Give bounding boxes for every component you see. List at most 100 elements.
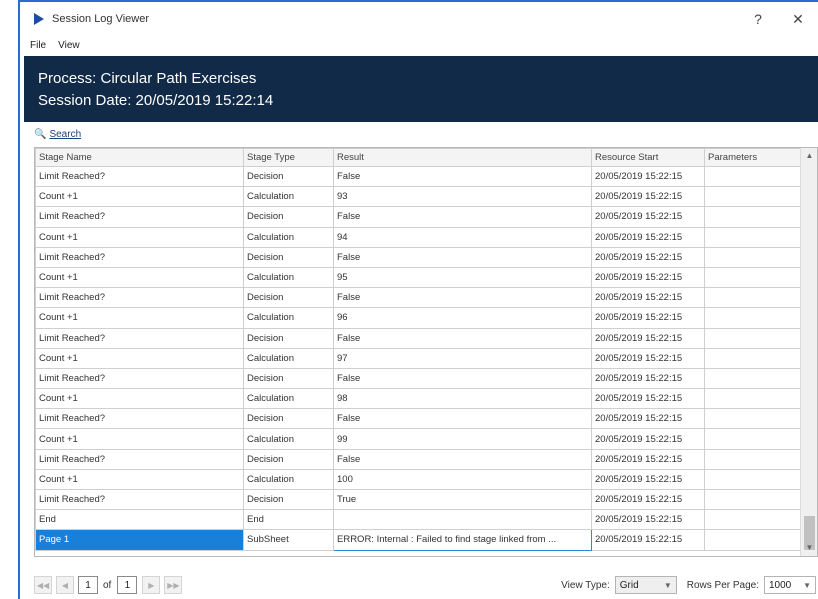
cell-resource-start[interactable]: 20/05/2019 15:22:15 — [591, 165, 705, 188]
column-header-resource-start[interactable]: Resource Start — [591, 148, 705, 167]
search-link[interactable]: 🔍 Search — [34, 126, 81, 142]
cell-parameters[interactable] — [704, 428, 803, 450]
cell-stage-type[interactable]: Decision — [243, 287, 334, 309]
cell-resource-start[interactable]: 20/05/2019 15:22:15 — [591, 307, 705, 329]
menu-view[interactable]: View — [52, 40, 86, 51]
table-row[interactable]: Count +1 Calculation 98 20/05/2019 15:22:15 — [35, 388, 803, 410]
cell-stage-type[interactable]: Calculation — [243, 226, 334, 248]
cell-result[interactable]: ERROR: Internal : Failed to find stage l… — [333, 529, 592, 551]
table-row[interactable]: Limit Reached? Decision False 20/05/2019 15… — [35, 367, 803, 390]
table-row[interactable]: Count +1 Calculation 97 20/05/2019 15:22:15 — [35, 347, 803, 369]
cell-stage-name[interactable]: Count +1 — [35, 266, 244, 289]
cell-result[interactable]: 97 — [333, 347, 592, 369]
cell-result[interactable]: 93 — [333, 186, 592, 208]
cell-stage-name[interactable]: Count +1 — [35, 347, 244, 369]
cell-parameters[interactable] — [704, 448, 803, 470]
table-row[interactable]: Count +1 Calculation 99 20/05/2019 15:22:15 — [35, 428, 803, 450]
table-row[interactable]: Count +1 Calculation 94 20/05/2019 15:22:15 — [35, 226, 803, 248]
last-page-icon[interactable]: ▶▶ — [164, 576, 183, 594]
cell-result[interactable]: False — [333, 206, 592, 228]
cell-result[interactable]: False — [333, 165, 592, 188]
scroll-up-arrow-icon[interactable]: ▲ — [801, 148, 817, 164]
table-row[interactable]: Count +1 Calculation 95 20/05/2019 15:22:15 — [35, 266, 803, 289]
cell-stage-name[interactable]: Count +1 — [35, 226, 244, 248]
first-page-icon[interactable]: ◀◀ — [34, 576, 52, 594]
cell-stage-type[interactable]: Calculation — [243, 388, 334, 410]
cell-stage-name[interactable]: Limit Reached? — [35, 408, 244, 430]
cell-stage-name[interactable]: Limit Reached? — [35, 327, 244, 349]
cell-resource-start[interactable]: 20/05/2019 15:22:15 — [591, 488, 705, 511]
cell-parameters[interactable] — [704, 206, 803, 228]
cell-resource-start[interactable]: 20/05/2019 15:22:15 — [591, 509, 705, 531]
cell-result[interactable]: 96 — [333, 307, 592, 329]
cell-result[interactable]: False — [333, 448, 592, 470]
cell-stage-name[interactable]: Count +1 — [35, 388, 244, 410]
cell-parameters[interactable] — [704, 287, 803, 309]
cell-stage-type[interactable]: Calculation — [243, 186, 334, 208]
cell-parameters[interactable] — [704, 226, 803, 248]
cell-result[interactable]: 99 — [333, 428, 592, 450]
cell-result[interactable]: False — [333, 408, 592, 430]
cell-stage-type[interactable]: Decision — [243, 165, 334, 188]
cell-stage-type[interactable]: Decision — [243, 367, 334, 390]
cell-stage-name[interactable]: Limit Reached? — [35, 206, 244, 228]
search-label[interactable]: Search — [49, 129, 81, 140]
cell-stage-type[interactable]: Decision — [243, 448, 334, 470]
cell-stage-type[interactable]: Calculation — [243, 307, 334, 329]
cell-stage-name[interactable]: End — [35, 509, 244, 531]
table-row[interactable]: Limit Reached? Decision False 20/05/2019 15… — [35, 448, 803, 470]
cell-resource-start[interactable]: 20/05/2019 15:22:15 — [591, 226, 705, 248]
cell-result[interactable]: False — [333, 246, 592, 268]
cell-resource-start[interactable]: 20/05/2019 15:22:15 — [591, 367, 705, 390]
table-row[interactable]: Limit Reached? Decision False 20/05/2019 15… — [35, 246, 803, 268]
view-type-select[interactable]: Grid ▼ — [614, 576, 677, 594]
cell-stage-name[interactable]: Count +1 — [35, 428, 244, 450]
table-row[interactable]: End End 20/05/2019 15:22:15 — [35, 509, 803, 531]
cell-result[interactable]: False — [333, 287, 592, 309]
table-row[interactable]: Count +1 Calculation 96 20/05/2019 15:22:15 — [35, 307, 803, 329]
table-row[interactable]: Count +1 Calculation 93 20/05/2019 15:22:15 — [35, 186, 803, 208]
cell-stage-type[interactable]: Decision — [243, 327, 334, 349]
column-header-result[interactable]: Result — [333, 148, 592, 167]
table-row[interactable]: Limit Reached? Decision False 20/05/2019 15… — [35, 408, 803, 430]
cell-result[interactable]: 100 — [333, 468, 592, 491]
scroll-down-arrow-icon[interactable]: ▼ — [801, 540, 817, 556]
next-page-icon[interactable]: ▶ — [142, 576, 161, 594]
cell-resource-start[interactable]: 20/05/2019 15:22:15 — [591, 529, 705, 551]
column-header-parameters[interactable]: Parameters — [704, 148, 803, 167]
cell-parameters[interactable] — [704, 165, 803, 188]
table-row[interactable]: Limit Reached? Decision False 20/05/2019 15… — [35, 327, 803, 349]
cell-stage-name[interactable]: Limit Reached? — [35, 287, 244, 309]
cell-parameters[interactable] — [704, 388, 803, 410]
table-row[interactable]: Count +1 Calculation 100 20/05/2019 15:22:1… — [35, 468, 803, 491]
cell-stage-type[interactable]: SubSheet — [243, 529, 334, 551]
cell-stage-name[interactable]: Limit Reached? — [35, 165, 244, 188]
cell-parameters[interactable] — [704, 408, 803, 430]
cell-result[interactable]: 98 — [333, 388, 592, 410]
cell-stage-name[interactable]: Count +1 — [35, 186, 244, 208]
cell-resource-start[interactable]: 20/05/2019 15:22:15 — [591, 388, 705, 410]
cell-resource-start[interactable]: 20/05/2019 15:22:15 — [591, 266, 705, 289]
cell-stage-name[interactable]: Page 1 — [35, 529, 244, 551]
table-row[interactable]: Limit Reached? Decision False 20/05/2019 15… — [35, 165, 803, 188]
cell-parameters[interactable] — [704, 307, 803, 329]
table-row[interactable]: Page 1 SubSheet ERROR: Internal : Failed t… — [35, 529, 803, 551]
cell-stage-type[interactable]: Decision — [243, 488, 334, 511]
cell-stage-name[interactable]: Count +1 — [35, 307, 244, 329]
help-button[interactable]: ? — [738, 2, 778, 36]
cell-stage-type[interactable]: Calculation — [243, 428, 334, 450]
cell-stage-type[interactable]: Decision — [243, 246, 334, 268]
cell-resource-start[interactable]: 20/05/2019 15:22:15 — [591, 347, 705, 369]
vertical-scrollbar[interactable]: ▲ ▼ — [800, 148, 817, 556]
cell-resource-start[interactable]: 20/05/2019 15:22:15 — [591, 186, 705, 208]
previous-page-icon[interactable]: ◀ — [56, 576, 74, 594]
cell-parameters[interactable] — [704, 327, 803, 349]
cell-resource-start[interactable]: 20/05/2019 15:22:15 — [591, 468, 705, 491]
table-row[interactable]: Limit Reached? Decision True 20/05/2019 15:… — [35, 488, 803, 511]
current-page-input[interactable]: 1 — [78, 576, 98, 594]
cell-stage-type[interactable]: Calculation — [243, 266, 334, 289]
cell-stage-type[interactable]: Decision — [243, 408, 334, 430]
cell-resource-start[interactable]: 20/05/2019 15:22:15 — [591, 327, 705, 349]
cell-parameters[interactable] — [704, 246, 803, 268]
table-row[interactable]: Limit Reached? Decision False 20/05/2019 15… — [35, 206, 803, 228]
